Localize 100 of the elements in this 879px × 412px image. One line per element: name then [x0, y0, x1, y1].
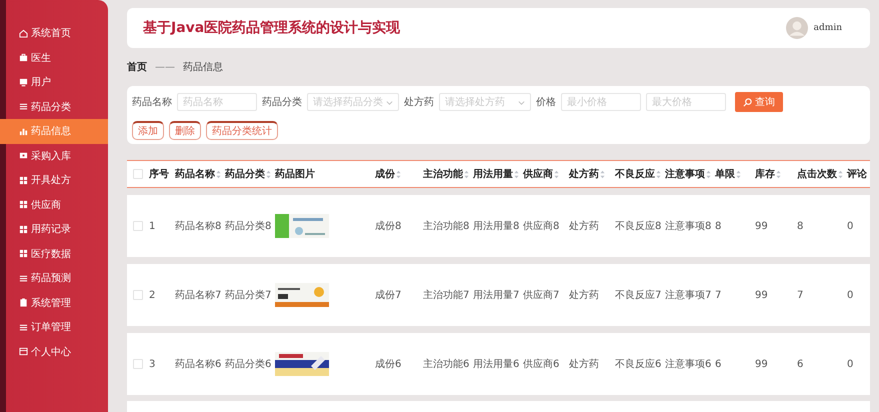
grid-icon [19, 249, 28, 258]
sort-icon[interactable] [736, 170, 741, 178]
breadcrumb-home[interactable]: 首页 [127, 60, 147, 74]
sort-icon[interactable] [838, 170, 843, 178]
sort-icon[interactable] [464, 170, 469, 178]
action-button[interactable]: 添加 [132, 121, 164, 140]
table-cell-text: 用法用量8 [473, 220, 520, 233]
table-cell-text: 不良反应6 [615, 358, 662, 371]
sidebar-item[interactable]: 个人中心 [0, 340, 108, 364]
column-header[interactable]: 处方药 [569, 167, 599, 181]
sort-icon[interactable] [266, 170, 271, 178]
house-icon [19, 28, 28, 38]
column-header[interactable]: 药品名称 [175, 167, 215, 181]
list-icon [19, 322, 28, 332]
sort-icon[interactable] [396, 170, 401, 178]
sidebar-item[interactable]: 订单管理 [0, 315, 108, 340]
table-cell-text: 用法用量7 [473, 288, 520, 302]
column-header[interactable]: 序号 [149, 167, 169, 181]
sidebar-item[interactable]: 用户 [0, 70, 108, 94]
clipboard-icon [19, 298, 28, 308]
column-header[interactable]: 药品分类 [225, 167, 265, 181]
column-header[interactable]: 主治功能 [423, 167, 463, 181]
table-cell: 8 [715, 220, 722, 232]
table-cell: 6 [715, 358, 722, 370]
column-header[interactable]: 单限 [715, 167, 735, 181]
row-checkbox[interactable] [133, 221, 143, 231]
chevron-down-icon [518, 98, 525, 106]
table-cell: 1 [149, 220, 156, 232]
sidebar-item[interactable]: 药品预测 [0, 266, 108, 290]
sidebar-item[interactable]: 系统管理 [0, 290, 108, 315]
table-cell-text: 成份6 [375, 358, 402, 371]
sidebar-item[interactable]: 系统首页 [0, 21, 108, 46]
field-label: 药品名称 [132, 96, 172, 109]
table-cell-text: 成份7 [375, 288, 402, 302]
table-cell: 7 [715, 290, 722, 300]
column-header[interactable]: 库存 [755, 167, 775, 181]
avatar-icon[interactable] [786, 17, 808, 39]
table-cell-text: 药品名称7 [175, 288, 222, 302]
row-checkbox[interactable] [133, 359, 143, 369]
column-header[interactable]: 药品图片 [275, 167, 315, 181]
table-cell-text: 供应商7 [523, 288, 560, 302]
action-button[interactable]: 药品分类统计 [206, 121, 278, 140]
user-name[interactable]: admin [814, 23, 842, 33]
sidebar-item[interactable]: 医疗数据 [0, 242, 108, 266]
briefcase-icon [19, 53, 28, 62]
table-cell: 7 [797, 290, 804, 300]
row-checkbox[interactable] [133, 290, 143, 300]
window-icon [19, 347, 28, 356]
table-cell: 2 [149, 290, 156, 300]
grid-icon [19, 176, 28, 185]
table-cell-text: 不良反应8 [615, 220, 662, 233]
sidebar-item[interactable]: 供应商 [0, 192, 108, 217]
sidebar-item[interactable]: 医生 [0, 46, 108, 70]
sort-icon[interactable] [514, 170, 519, 178]
grid-icon [19, 224, 28, 234]
sidebar-item[interactable]: 开具处方 [0, 168, 108, 192]
table-cell-text: 主治功能7 [423, 288, 470, 302]
chevron-down-icon [386, 98, 393, 106]
table-cell: 8 [797, 220, 804, 232]
column-header[interactable]: 评论 [847, 167, 867, 181]
table-cell: 99 [755, 358, 768, 370]
sort-icon[interactable] [554, 170, 559, 178]
sort-icon[interactable] [216, 170, 221, 178]
search-button[interactable]: 查询 [735, 92, 783, 112]
column-header[interactable]: 成份 [375, 167, 395, 181]
action-button[interactable]: 删除 [169, 121, 201, 140]
table-cell: 6 [797, 358, 804, 370]
sort-icon[interactable] [706, 170, 711, 178]
sidebar-item[interactable]: 用药记录 [0, 217, 108, 242]
table-cell: 0 [847, 220, 854, 232]
table-cell-text: 主治功能8 [423, 220, 470, 233]
table-cell-text: 药品分类8 [225, 220, 272, 233]
select-all-checkbox[interactable] [133, 169, 143, 179]
sort-icon[interactable] [600, 170, 605, 178]
table-cell-text: 药品分类6 [225, 358, 272, 371]
table-cell-text: 处方药 [569, 220, 599, 233]
table-cell-text: 主治功能6 [423, 358, 470, 371]
breadcrumb-current: 药品信息 [183, 60, 223, 74]
table-cell-text: 不良反应7 [615, 288, 662, 302]
column-header[interactable]: 不良反应 [615, 167, 655, 181]
column-header[interactable]: 供应商 [523, 167, 553, 181]
field-label: 价格 [536, 96, 556, 109]
breadcrumb-separator: —— [155, 62, 175, 72]
column-header[interactable]: 注意事项 [665, 167, 705, 181]
sort-icon[interactable] [776, 170, 781, 178]
sidebar-item[interactable]: 药品分类 [0, 94, 108, 119]
sidebar-item[interactable]: 采购入库 [0, 144, 108, 168]
table-cell-text: 处方药 [569, 288, 599, 302]
table-cell-text: 用法用量6 [473, 358, 520, 371]
table-cell-text: 注意事项6 [665, 358, 712, 371]
column-header[interactable]: 点击次数 [797, 167, 837, 181]
search-icon [743, 98, 752, 106]
table-cell: 0 [847, 290, 854, 300]
table-cell-text: 供应商6 [523, 358, 560, 371]
table-cell-text: 药品名称6 [175, 358, 222, 371]
table-cell-text: 注意事项7 [665, 288, 712, 302]
app-title: 基于Java医院药品管理系统的设计与实现 [143, 19, 400, 37]
table-cell-text: 处方药 [569, 358, 599, 371]
sort-icon[interactable] [656, 170, 661, 178]
column-header[interactable]: 用法用量 [473, 167, 513, 181]
